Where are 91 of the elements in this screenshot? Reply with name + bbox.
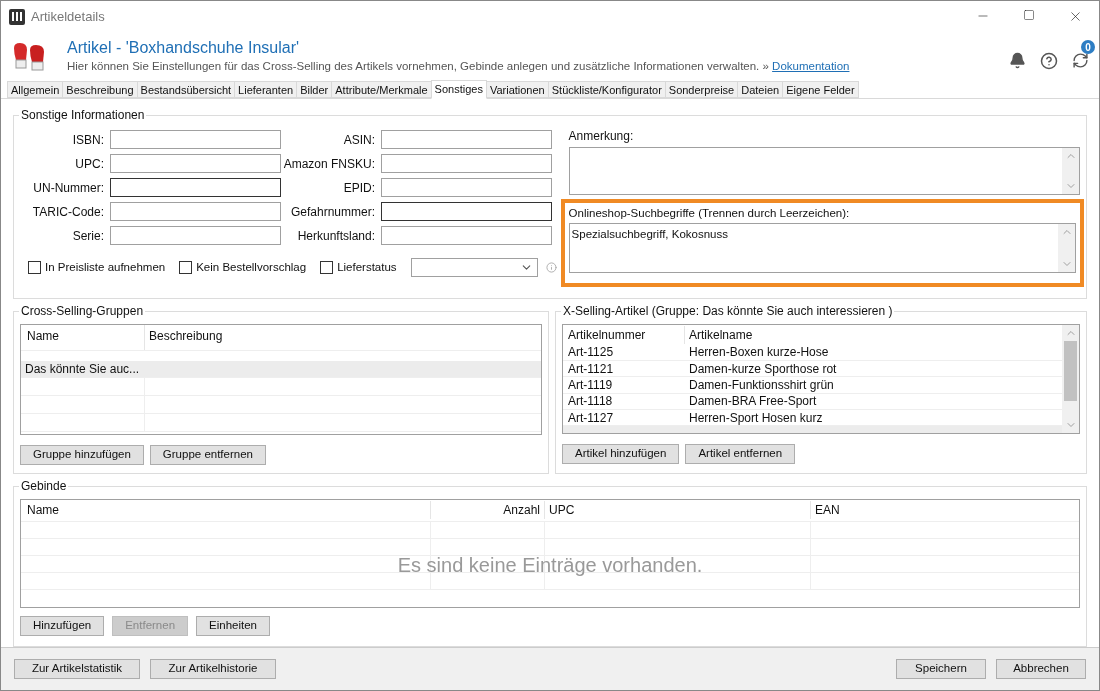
column-header: Artikelnummer (563, 325, 685, 344)
table-cell-text: Damen-Funktionsshirt grün (688, 377, 835, 394)
checkbox[interactable] (28, 260, 41, 274)
table-cell-text: Damen-kurze Sporthose rot (688, 360, 838, 378)
tab[interactable]: Sonstiges (430, 79, 487, 99)
checkbox-label: Lieferstatus (337, 259, 397, 275)
table-cell-text: Herren-Boxen kurze-Hose (688, 344, 830, 362)
button[interactable]: Gruppe entfernen (149, 444, 266, 465)
tab[interactable]: Eigene Felder (782, 80, 859, 98)
table-cell-text: Herren-Sport Hosen kurz (688, 409, 824, 427)
button[interactable]: Abbrechen (996, 658, 1086, 679)
page-subtitle: Hier können Sie Einstellungen für das Cross-Selling des Artikels vornehmen, Gebinde anlegen und zusätzliche Informationen verwalten. » Dokumentation (67, 59, 850, 75)
field-label: Onlineshop-Suchbegriffe (Trennen durch Leerzeichen): (568, 205, 851, 221)
text-field[interactable] (381, 202, 552, 222)
text-field[interactable] (110, 226, 281, 246)
documentation-link[interactable]: Dokumentation (772, 60, 850, 73)
column-header: Beschreibung (148, 327, 224, 345)
table-row[interactable]: Das könnte Sie auc... (21, 360, 541, 378)
search-terms-textarea[interactable]: Spezialsuchbegriff, Kokosnuss (568, 222, 1076, 273)
text-field[interactable] (381, 154, 552, 174)
field-label: Herkunftsland: (296, 227, 376, 245)
table-cell-text: Art-1121 (567, 360, 615, 378)
text-field[interactable] (110, 130, 281, 150)
window-title: Artikeldetails (31, 8, 105, 27)
table-cell-text: Art-1118 (567, 393, 614, 411)
tab[interactable]: Bilder (296, 80, 333, 98)
field-label: Serie: (71, 227, 105, 245)
column-header: Anzahl (431, 501, 545, 520)
checkbox-label: In Preisliste aufnehmen (45, 259, 166, 275)
column-header: EAN (814, 502, 841, 520)
tab[interactable]: Variationen (485, 80, 549, 98)
column-header: UPC (545, 501, 811, 520)
column-header: Artikelname (688, 326, 754, 344)
scroll-thumb[interactable] (1064, 340, 1077, 401)
tab[interactable]: Attribute/Merkmale (331, 80, 432, 98)
button[interactable]: Gruppe hinzufügen (20, 444, 144, 465)
note-textarea[interactable] (568, 146, 1080, 195)
button[interactable]: Einheiten (196, 615, 271, 636)
table-cell-text: Damen-BRA Free-Sport (688, 393, 818, 411)
refresh-icon[interactable] (1072, 52, 1089, 70)
dropdown[interactable] (410, 257, 538, 277)
button[interactable]: Speichern (896, 658, 986, 679)
checkbox[interactable] (320, 260, 334, 274)
checkbox-label: Kein Bestellvorschlag (196, 259, 307, 275)
search-terms-value: Spezialsuchbegriff, Kokosnuss (570, 226, 729, 242)
column-header: Name (21, 324, 145, 350)
text-field[interactable] (110, 178, 281, 198)
text-field[interactable] (110, 202, 281, 222)
field-label: TARIC-Code: (31, 203, 105, 221)
field-label: ISBN: (71, 131, 105, 149)
table-cell-text: Art-1119 (567, 377, 614, 394)
button[interactable]: Artikel entfernen (685, 443, 796, 464)
button[interactable]: Hinzufügen (20, 615, 105, 636)
bell-icon[interactable] (1009, 52, 1026, 70)
count-badge: 0 (1081, 40, 1095, 55)
info-icon[interactable] (545, 261, 557, 273)
button[interactable]: Zur Artikelhistorie (150, 658, 276, 679)
tab[interactable]: Stückliste/Konfigurator (547, 80, 666, 98)
checkbox[interactable] (179, 260, 193, 274)
column-header: Name (21, 501, 431, 520)
tab[interactable]: Sonderpreise (664, 80, 739, 98)
app-logo-icon (9, 8, 25, 25)
field-label: UN-Nummer: (32, 179, 105, 197)
field-label: Anmerkung: (568, 127, 635, 144)
button[interactable]: Zur Artikelstatistik (14, 658, 140, 679)
tab[interactable]: Lieferanten (234, 80, 298, 98)
scrollbar[interactable] (1062, 147, 1079, 194)
tab[interactable]: Bestandsübersicht (136, 80, 236, 98)
page-title: Artikel - 'Boxhandschuhe Insular' (67, 38, 300, 59)
table-cell-text: Das könnte Sie auc... (24, 360, 141, 378)
scrollbar[interactable] (1062, 324, 1079, 433)
field-label: UPC: (74, 155, 105, 173)
field-label: ASIN: (342, 131, 376, 149)
table-cell-text: Art-1125 (567, 344, 615, 362)
tab[interactable]: Beschreibung (62, 80, 138, 98)
field-label: Gefahrnummer: (289, 203, 376, 221)
text-field[interactable] (381, 130, 552, 150)
help-icon[interactable] (1040, 51, 1058, 70)
scrollbar[interactable] (1058, 223, 1075, 272)
field-label: Amazon FNSKU: (282, 155, 376, 173)
text-field[interactable] (381, 226, 552, 246)
maximize-icon[interactable] (1023, 9, 1035, 22)
tab[interactable]: Allgemein (7, 80, 64, 98)
boxing-gloves-icon (11, 41, 47, 72)
text-field[interactable] (110, 154, 281, 174)
text-field[interactable] (381, 178, 552, 198)
field-label: EPID: (342, 179, 376, 197)
table-cell-text: Art-1127 (567, 409, 615, 427)
empty-message: Es sind keine Einträge vorhanden. (396, 552, 704, 578)
button[interactable]: Artikel hinzufügen (562, 443, 680, 464)
tab[interactable]: Dateien (737, 80, 784, 98)
